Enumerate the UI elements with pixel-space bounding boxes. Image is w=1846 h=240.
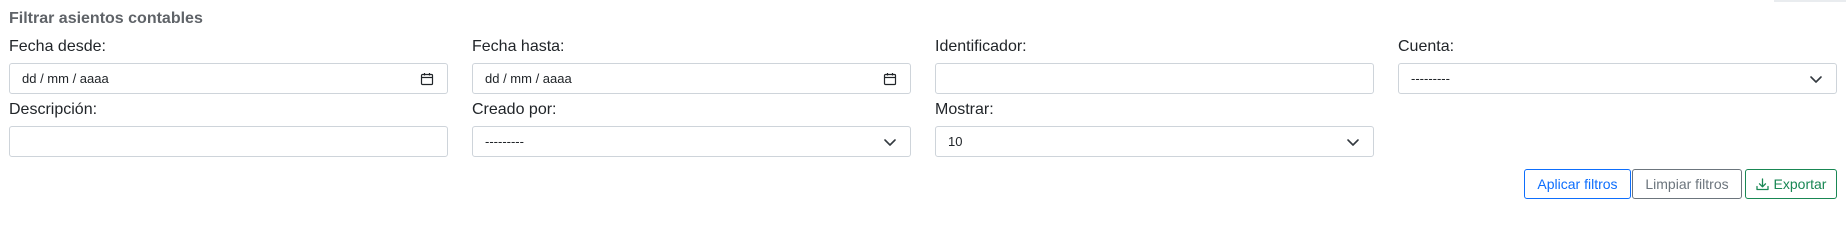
fecha-hasta-field-group: Fecha hasta: dd / mm / aaaa xyxy=(472,37,911,94)
mostrar-selected-value: 10 xyxy=(948,134,963,149)
mostrar-label: Mostrar: xyxy=(935,101,994,118)
mostrar-select[interactable]: 10 xyxy=(935,126,1374,157)
cuenta-field-group: Cuenta: --------- xyxy=(1398,37,1837,94)
fecha-desde-field-group: Fecha desde: dd / mm / aaaa xyxy=(9,37,448,94)
descripcion-text-input[interactable] xyxy=(22,134,435,149)
export-button-label: Exportar xyxy=(1773,176,1827,192)
chevron-down-icon xyxy=(1808,71,1824,87)
chevron-down-icon xyxy=(882,134,898,150)
chevron-down-icon xyxy=(1345,134,1361,150)
creado-por-select[interactable]: --------- xyxy=(472,126,911,157)
creado-por-field-group: Creado por: --------- xyxy=(472,100,911,157)
descripcion-field-group: Descripción: xyxy=(9,100,448,157)
cuenta-label: Cuenta: xyxy=(1398,38,1455,55)
descripcion-label: Descripción: xyxy=(9,101,98,118)
clear-filters-button[interactable]: Limpiar filtros xyxy=(1632,169,1742,199)
export-button[interactable]: Exportar xyxy=(1745,169,1837,199)
identificador-label: Identificador: xyxy=(935,38,1027,55)
top-tab-decoration xyxy=(1774,0,1846,2)
cuenta-selected-value: --------- xyxy=(1411,71,1450,86)
apply-filters-button[interactable]: Aplicar filtros xyxy=(1524,169,1631,199)
panel-title: Filtrar asientos contables xyxy=(9,10,203,27)
identificador-input[interactable] xyxy=(935,63,1374,94)
calendar-icon[interactable] xyxy=(882,71,898,87)
creado-por-selected-value: --------- xyxy=(485,134,524,149)
fecha-hasta-input[interactable]: dd / mm / aaaa xyxy=(472,63,911,94)
fecha-desde-value: dd / mm / aaaa xyxy=(22,71,109,86)
descripcion-input[interactable] xyxy=(9,126,448,157)
identificador-text-input[interactable] xyxy=(948,71,1361,86)
filter-panel: Filtrar asientos contables Fecha desde: … xyxy=(0,0,1846,212)
fecha-hasta-value: dd / mm / aaaa xyxy=(485,71,572,86)
creado-por-label: Creado por: xyxy=(472,101,557,118)
mostrar-field-group: Mostrar: 10 xyxy=(935,100,1374,157)
download-icon xyxy=(1755,177,1769,191)
fecha-desde-input[interactable]: dd / mm / aaaa xyxy=(9,63,448,94)
identificador-field-group: Identificador: xyxy=(935,37,1374,94)
fecha-desde-label: Fecha desde: xyxy=(9,38,106,55)
calendar-icon[interactable] xyxy=(419,71,435,87)
cuenta-select[interactable]: --------- xyxy=(1398,63,1837,94)
fecha-hasta-label: Fecha hasta: xyxy=(472,38,565,55)
